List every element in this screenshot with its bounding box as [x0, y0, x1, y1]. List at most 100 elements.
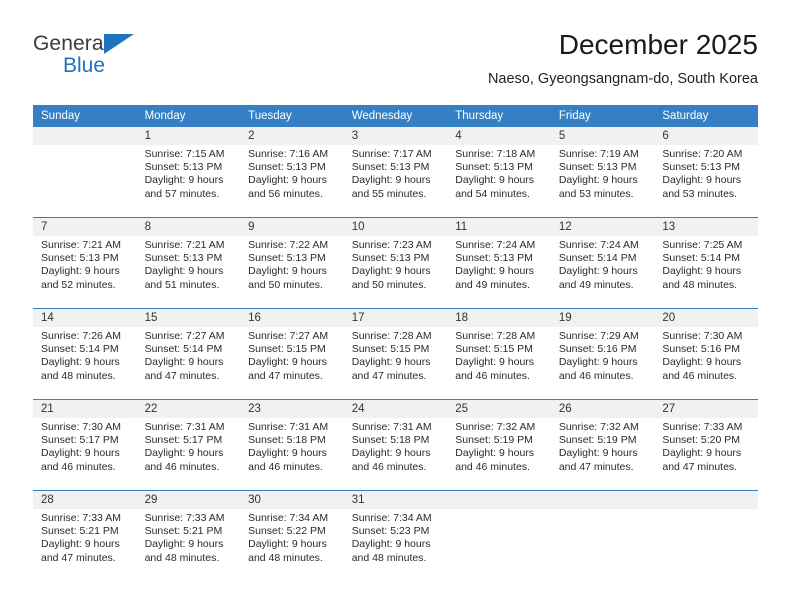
- sunrise-text: Sunrise: 7:16 AM: [248, 148, 329, 160]
- calendar-day-cell[interactable]: 15 Sunrise: 7:27 AM Sunset: 5:14 PM Dayligh…: [136, 308, 241, 400]
- calendar-day-cell[interactable]: 2 Sunrise: 7:16 AM Sunset: 5:13 PM Daylight…: [240, 127, 344, 218]
- daylight-text-line2: and 48 minutes.: [351, 551, 427, 564]
- calendar-day-cell[interactable]: 7 Sunrise: 7:21 AM Sunset: 5:13 PM Daylight…: [33, 217, 137, 309]
- calendar-day-cell[interactable]: 12 Sunrise: 7:24 AM Sunset: 5:14 PM Dayligh…: [550, 217, 655, 309]
- day-sun-info: Sunrise: 7:27 AM Sunset: 5:14 PM Daylight:…: [137, 327, 241, 383]
- day-cell-content: 13 Sunrise: 7:25 AM Sunset: 5:14 PM Dayligh…: [654, 218, 758, 308]
- daylight-text-line1: Daylight: 9 hours: [248, 174, 327, 187]
- sunrise-text: Sunrise: 7:28 AM: [351, 330, 432, 342]
- sunset-text: Sunset: 5:15 PM: [455, 343, 533, 356]
- calendar-day-cell[interactable]: 19 Sunrise: 7:29 AM Sunset: 5:16 PM Dayligh…: [550, 308, 655, 400]
- day-cell-content: 11 Sunrise: 7:24 AM Sunset: 5:13 PM Dayligh…: [447, 218, 551, 308]
- calendar-day-cell: [550, 490, 655, 581]
- calendar-day-cell[interactable]: 4 Sunrise: 7:18 AM Sunset: 5:13 PM Daylight…: [447, 127, 551, 218]
- calendar-day-cell[interactable]: 29 Sunrise: 7:33 AM Sunset: 5:21 PM Dayligh…: [136, 490, 241, 581]
- calendar-day-cell[interactable]: 5 Sunrise: 7:19 AM Sunset: 5:13 PM Daylight…: [550, 127, 655, 218]
- daylight-text-line1: Daylight: 9 hours: [455, 356, 535, 369]
- day-number: 17: [343, 309, 448, 327]
- sunrise-text: Sunrise: 7:33 AM: [662, 421, 743, 433]
- daylight-text-line2: and 47 minutes.: [662, 460, 738, 473]
- day-cell-content: 14 Sunrise: 7:26 AM Sunset: 5:14 PM Dayligh…: [33, 309, 137, 399]
- calendar-week-row: 14 Sunrise: 7:26 AM Sunset: 5:14 PM Dayligh…: [33, 308, 758, 400]
- sunset-text: Sunset: 5:20 PM: [662, 434, 741, 447]
- day-sun-info: Sunrise: 7:23 AM Sunset: 5:13 PM Daylight:…: [344, 236, 448, 292]
- sunrise-text: Sunrise: 7:24 AM: [455, 239, 536, 251]
- day-sun-info: Sunrise: 7:21 AM Sunset: 5:13 PM Daylight:…: [137, 236, 241, 292]
- calendar-day-cell[interactable]: 18 Sunrise: 7:28 AM Sunset: 5:15 PM Dayligh…: [447, 308, 551, 400]
- calendar-day-cell[interactable]: 13 Sunrise: 7:25 AM Sunset: 5:14 PM Dayligh…: [654, 217, 758, 309]
- sunrise-text: Sunrise: 7:27 AM: [248, 330, 329, 342]
- calendar-day-cell[interactable]: 8 Sunrise: 7:21 AM Sunset: 5:13 PM Daylight…: [136, 217, 241, 309]
- calendar-day-cell[interactable]: 23 Sunrise: 7:31 AM Sunset: 5:18 PM Dayligh…: [240, 399, 344, 491]
- daylight-text-line2: and 48 minutes.: [662, 278, 738, 291]
- sunset-text: Sunset: 5:22 PM: [248, 525, 326, 538]
- calendar-day-cell[interactable]: 27 Sunrise: 7:33 AM Sunset: 5:20 PM Dayligh…: [654, 399, 758, 491]
- calendar-day-cell[interactable]: 14 Sunrise: 7:26 AM Sunset: 5:14 PM Dayligh…: [33, 308, 137, 400]
- calendar-body: 1 Sunrise: 7:15 AM Sunset: 5:13 PM Daylight…: [33, 127, 758, 581]
- calendar-day-cell: [447, 490, 551, 581]
- day-cell-content: 1 Sunrise: 7:15 AM Sunset: 5:13 PM Daylight…: [136, 127, 241, 217]
- sunset-text: Sunset: 5:19 PM: [558, 434, 637, 447]
- daylight-text-line1: Daylight: 9 hours: [455, 265, 535, 278]
- day-sun-info: Sunrise: 7:31 AM Sunset: 5:17 PM Daylight:…: [137, 418, 241, 474]
- sunrise-text: Sunrise: 7:30 AM: [41, 421, 121, 433]
- weekday-header-monday: Monday: [136, 105, 241, 127]
- logo-text-general: General: [33, 32, 109, 55]
- day-cell-content: [447, 491, 551, 581]
- calendar-day-cell[interactable]: 21 Sunrise: 7:30 AM Sunset: 5:17 PM Dayligh…: [33, 399, 137, 491]
- calendar-day-cell[interactable]: 31 Sunrise: 7:34 AM Sunset: 5:23 PM Dayligh…: [343, 490, 448, 581]
- daylight-text-line1: Daylight: 9 hours: [144, 447, 224, 460]
- daylight-text-line1: Daylight: 9 hours: [662, 356, 742, 369]
- calendar-day-cell[interactable]: 25 Sunrise: 7:32 AM Sunset: 5:19 PM Dayligh…: [447, 399, 551, 491]
- sunrise-text: Sunrise: 7:20 AM: [662, 148, 743, 160]
- calendar-day-cell[interactable]: 6 Sunrise: 7:20 AM Sunset: 5:13 PM Daylight…: [654, 127, 758, 218]
- sunrise-text: Sunrise: 7:34 AM: [351, 512, 432, 524]
- calendar-day-cell[interactable]: 11 Sunrise: 7:24 AM Sunset: 5:13 PM Dayligh…: [447, 217, 551, 309]
- day-cell-content: 25 Sunrise: 7:32 AM Sunset: 5:19 PM Dayligh…: [447, 400, 551, 490]
- sunrise-text: Sunrise: 7:34 AM: [248, 512, 329, 524]
- weekday-header-friday: Friday: [550, 105, 655, 127]
- calendar-page: General Blue December 2025 Naeso, Gyeong…: [0, 0, 792, 612]
- day-cell-content: 19 Sunrise: 7:29 AM Sunset: 5:16 PM Dayligh…: [550, 309, 655, 399]
- day-number: [550, 491, 655, 509]
- calendar-day-cell[interactable]: 1 Sunrise: 7:15 AM Sunset: 5:13 PM Daylight…: [136, 127, 241, 218]
- sunrise-text: Sunrise: 7:27 AM: [144, 330, 225, 342]
- daylight-text-line2: and 47 minutes.: [248, 369, 323, 382]
- calendar-day-cell: [33, 127, 137, 218]
- calendar-day-cell[interactable]: 20 Sunrise: 7:30 AM Sunset: 5:16 PM Dayligh…: [654, 308, 758, 400]
- calendar-day-cell[interactable]: 9 Sunrise: 7:22 AM Sunset: 5:13 PM Daylight…: [240, 217, 344, 309]
- daylight-text-line1: Daylight: 9 hours: [558, 265, 638, 278]
- calendar-day-cell[interactable]: 26 Sunrise: 7:32 AM Sunset: 5:19 PM Dayligh…: [550, 399, 655, 491]
- daylight-text-line2: and 54 minutes.: [455, 187, 530, 200]
- day-number: 26: [550, 400, 655, 418]
- day-number: 9: [240, 218, 344, 236]
- day-sun-info: Sunrise: 7:15 AM Sunset: 5:13 PM Daylight:…: [137, 145, 241, 201]
- general-blue-logo[interactable]: General Blue: [33, 32, 153, 88]
- calendar-day-cell[interactable]: 28 Sunrise: 7:33 AM Sunset: 5:21 PM Dayligh…: [33, 490, 137, 581]
- daylight-text-line2: and 49 minutes.: [455, 278, 530, 291]
- calendar-day-cell[interactable]: 17 Sunrise: 7:28 AM Sunset: 5:15 PM Dayligh…: [343, 308, 448, 400]
- day-cell-content: 4 Sunrise: 7:18 AM Sunset: 5:13 PM Daylight…: [447, 127, 551, 217]
- sunrise-text: Sunrise: 7:33 AM: [144, 512, 225, 524]
- calendar-day-cell[interactable]: 30 Sunrise: 7:34 AM Sunset: 5:22 PM Dayligh…: [240, 490, 344, 581]
- calendar-day-cell[interactable]: 16 Sunrise: 7:27 AM Sunset: 5:15 PM Dayligh…: [240, 308, 344, 400]
- daylight-text-line2: and 46 minutes.: [41, 460, 116, 473]
- daylight-text-line2: and 50 minutes.: [351, 278, 427, 291]
- sunrise-text: Sunrise: 7:30 AM: [662, 330, 743, 342]
- logo-text-blue: Blue: [63, 54, 106, 77]
- sunrise-text: Sunrise: 7:26 AM: [41, 330, 121, 342]
- weekday-header-tuesday: Tuesday: [240, 105, 344, 127]
- calendar-day-cell[interactable]: 10 Sunrise: 7:23 AM Sunset: 5:13 PM Dayligh…: [343, 217, 448, 309]
- calendar-day-cell[interactable]: 24 Sunrise: 7:31 AM Sunset: 5:18 PM Dayligh…: [343, 399, 448, 491]
- daylight-text-line2: and 52 minutes.: [41, 278, 116, 291]
- daylight-text-line1: Daylight: 9 hours: [662, 174, 742, 187]
- day-cell-content: 27 Sunrise: 7:33 AM Sunset: 5:20 PM Dayligh…: [654, 400, 758, 490]
- sunset-text: Sunset: 5:17 PM: [41, 434, 119, 447]
- calendar-day-cell[interactable]: 22 Sunrise: 7:31 AM Sunset: 5:17 PM Dayligh…: [136, 399, 241, 491]
- day-sun-info: Sunrise: 7:17 AM Sunset: 5:13 PM Daylight:…: [344, 145, 448, 201]
- calendar-day-cell[interactable]: 3 Sunrise: 7:17 AM Sunset: 5:13 PM Daylight…: [343, 127, 448, 218]
- day-number: [447, 491, 551, 509]
- day-number: 2: [240, 127, 344, 145]
- sunset-text: Sunset: 5:14 PM: [144, 343, 223, 356]
- day-cell-content: 7 Sunrise: 7:21 AM Sunset: 5:13 PM Daylight…: [33, 218, 137, 308]
